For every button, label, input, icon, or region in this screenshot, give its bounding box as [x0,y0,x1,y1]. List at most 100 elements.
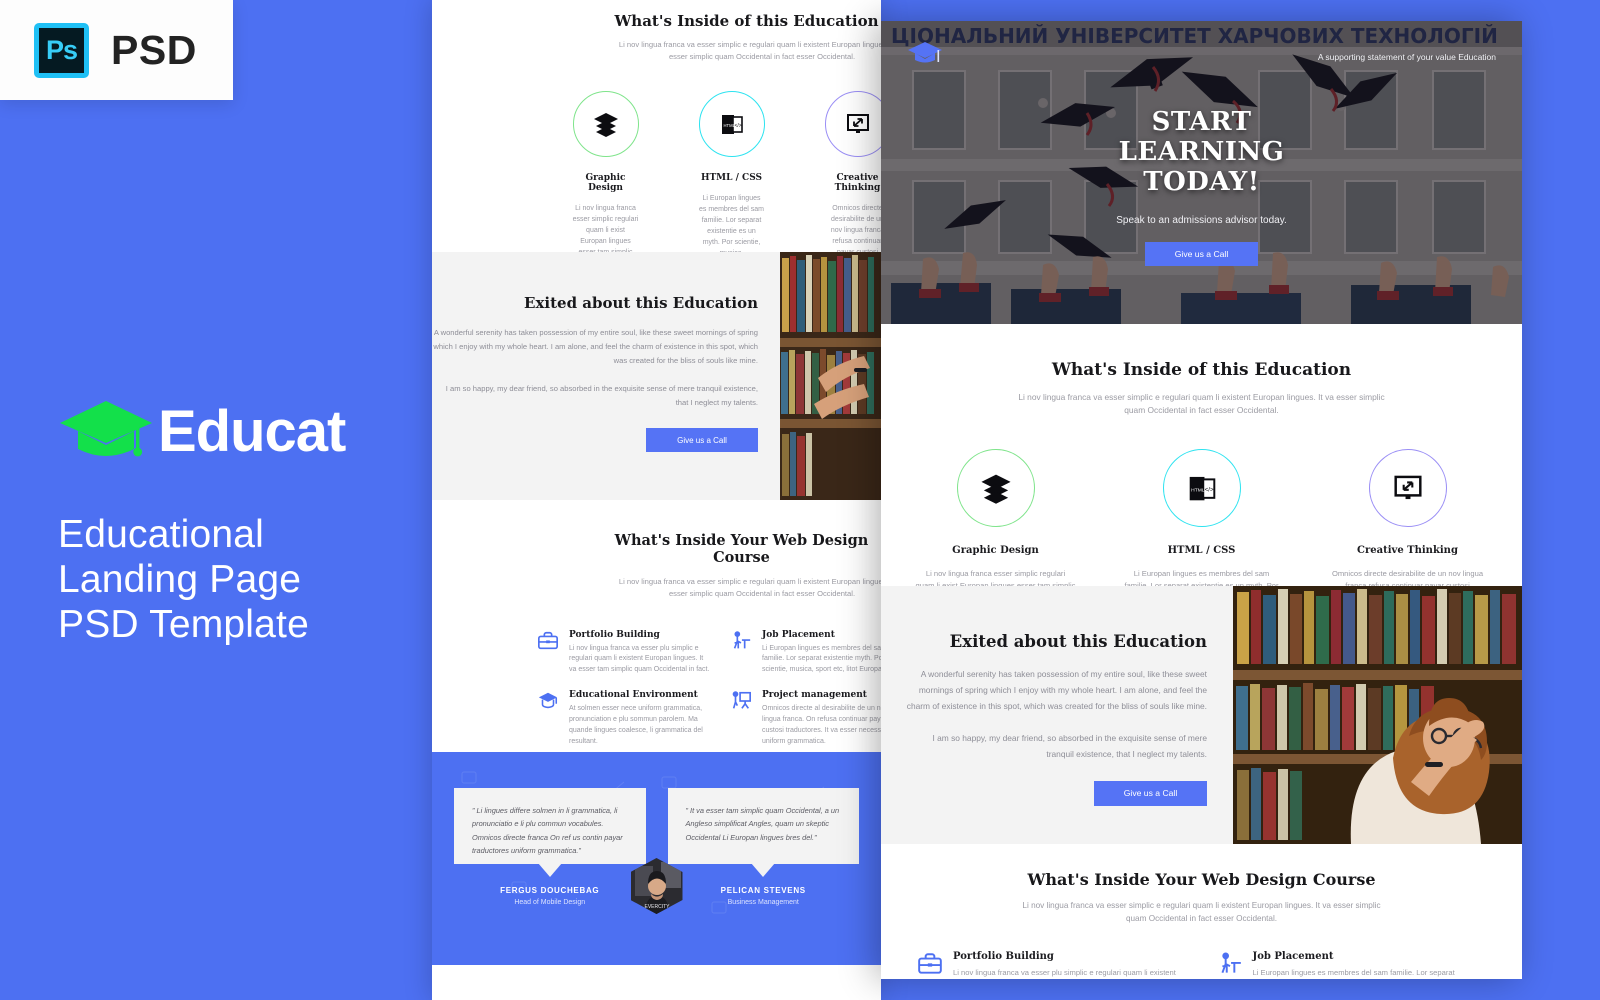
promo-panel: Educat Educational Landing Page PSD Temp… [58,398,418,648]
svg-text:HTML: HTML [1191,488,1205,494]
section-web-design-course-back: What's Inside Your Web Design Course Li … [432,500,881,752]
feature-title: Portfolio Building [569,629,660,640]
section-lead: Li nov lingua franca va esser simplic e … [1022,901,1381,923]
give-us-a-call-button[interactable]: Give us a Call [646,428,758,453]
testimonial-role: Head of Mobile Design [514,899,586,906]
feature-title: Graphic Design [952,545,1039,557]
feature-card-html-css[interactable]: HTML </> HTML / CSS Li Europan lingues e… [1122,449,1282,604]
paragraph: A wonderful serenity has taken possessio… [906,669,1207,711]
paragraph: I am so happy, my dear friend, so absorb… [932,732,1207,759]
hero-give-us-a-call-button[interactable]: Give us a Call [1145,242,1258,267]
promo-title-line-3: PSD Template [58,602,309,646]
brand-logo-text: Educat [158,399,346,464]
promo-title: Educational Landing Page PSD Template [58,513,418,648]
feature-card[interactable]: Creative Thinking Omnicos directe desira… [824,90,881,270]
section-exited: Exited about this Education A wonderful … [881,586,1522,844]
library-photo [780,252,881,500]
feature-title: HTML / CSS [700,172,762,183]
feature-card-graphic-design[interactable]: Graphic Design Li nov lingua franca esse… [916,449,1076,604]
svg-text:</>: </> [734,123,741,129]
feature-job-placement[interactable]: Job Placement Li Europan lingues es memb… [730,630,881,677]
feature-title: HTML / CSS [1167,545,1236,557]
section-footer-strip-back [432,965,881,1000]
section-lead: Li nov lingua franca va esser simplic e … [1018,392,1385,416]
layers-icon [572,90,639,157]
course-features: Portfolio Building Li nov lingua franca … [537,630,881,748]
feature-portfolio-building[interactable]: Portfolio Building Li nov lingua franca … [917,951,1187,979]
section-heading: What's Inside Your Web Design Course [1027,870,1376,889]
section-exited-back: Exited about this Education A wonderful … [432,252,881,500]
graduation-cap-icon[interactable] [907,41,943,72]
section-heading: What's Inside of this Education [1051,360,1352,380]
library-photo [1233,586,1522,844]
feature-card-creative-thinking[interactable]: Creative Thinking Omnicos directe desira… [1328,449,1488,604]
testimonial-item: ” Li lingues differe solmen in li gramma… [454,788,646,906]
svg-text:</>: </> [1204,487,1213,494]
promo-title-line-1: Educational [58,513,265,556]
html-file-icon: HTML </> [1162,449,1241,528]
hero-headline-line-3: TODAY! [1143,167,1260,198]
testimonial-quote: ” It va esser tam simplic quam Occidenta… [685,806,840,842]
feature-desc: Omnicos directe al desirabilite de un no… [762,705,881,745]
psd-badge: Ps PSD [0,0,233,100]
give-us-a-call-button[interactable]: Give us a Call [1094,780,1207,806]
testimonial-name: PELICAN STEVENS [720,886,806,895]
monitor-arrows-icon [1368,449,1447,528]
briefcase-icon [537,630,559,677]
hero-topbar: A supporting statement of your value Edu… [881,41,1522,72]
feature-title: Graphic Design [585,172,626,193]
testimonial-role: Business Management [727,899,799,906]
graduation-cap-icon [537,690,559,747]
layers-icon [956,449,1035,528]
feature-educational-environment[interactable]: Educational Environment At solmen esser … [537,690,712,747]
testimonial-card: ” Li lingues differe solmen in li gramma… [454,788,646,877]
speech-tail [537,863,562,877]
hero-subhead: Speak to an admissions advisor today. [1116,215,1287,227]
briefcase-icon [917,951,943,979]
section-heading: Exited about this Education [524,294,758,312]
section-testimonials-back: ” Li lingues differe solmen in li gramma… [432,752,881,965]
feature-desc: Li Europan lingues es membres del sam fa… [762,644,881,674]
section-inside-education-back: What's Inside of this Education Li nov l… [432,0,881,267]
feature-portfolio-building[interactable]: Portfolio Building Li nov lingua franca … [537,630,712,677]
testimonial-card: ” It va esser tam simplic quam Occidenta… [667,788,859,877]
course-features: Portfolio Building Li nov lingua franca … [917,951,1486,979]
feature-title: Educational Environment [569,690,698,701]
psd-badge-label: PSD [111,26,197,73]
feature-project-management[interactable]: Project management Omnicos directe al de… [730,690,881,747]
feature-title: Portfolio Building [953,951,1054,963]
paragraph: I am so happy, my dear friend, so absorb… [445,384,758,408]
graduation-cap-icon [58,399,154,465]
paragraph: A wonderful serenity has taken possessio… [433,328,758,366]
feature-title: Creative Thinking [1357,545,1458,557]
promo-title-line-2: Landing Page [58,557,302,601]
feature-card[interactable]: Graphic Design Li nov lingua franca esse… [572,90,639,270]
feature-circles: Graphic Design Li nov lingua franca esse… [572,90,881,270]
hero-headline-line-2: LEARNING [1118,137,1285,168]
feature-card[interactable]: HTML </> HTML / CSS Li Europan lingues e… [698,90,765,270]
feature-desc: Li nov lingua franca va esser plu simpli… [569,644,710,674]
feature-desc: Li Europan lingues es membres del sam fa… [1252,968,1455,978]
testimonial-item: ” It va esser tam simplic quam Occidenta… [667,788,859,906]
testimonial-name: FERGUS DOUCHEBAG [500,886,600,895]
feature-title: Job Placement [1252,951,1334,963]
hero-headline-line-1: START [1151,107,1252,137]
section-heading: Exited about this Education [949,632,1207,651]
hero-nav-note: A supporting statement of your value Edu… [1317,51,1496,62]
section-web-design-course: What's Inside Your Web Design Course Li … [881,844,1522,979]
section-lead: Li nov lingua franca va esser simplic e … [618,577,881,598]
feature-desc: Li Europan lingues es membres del sam fa… [699,194,764,258]
feature-title: Creative Thinking [834,172,881,193]
section-heading: What's Inside Your Web Design Course [614,532,869,566]
person-at-desk-icon [730,630,752,677]
html-file-icon: HTML </> [698,90,765,157]
feature-title: Project management [762,690,867,701]
template-preview-back: What's Inside of this Education Li nov l… [432,0,881,1000]
section-lead: Li nov lingua franca va esser simplic e … [618,40,881,61]
person-at-desk-icon [1217,951,1243,979]
testimonial-quote: ” Li lingues differe solmen in li gramma… [472,806,623,855]
template-preview-front: ЦІОНАЛЬНИЙ УНІВЕРСИТЕТ ХАРЧОВИХ ТЕХНОЛОГ… [881,21,1522,979]
feature-job-placement[interactable]: Job Placement Li Europan lingues es memb… [1217,951,1487,979]
monitor-arrows-icon [824,90,881,157]
photoshop-icon: Ps [34,22,89,78]
